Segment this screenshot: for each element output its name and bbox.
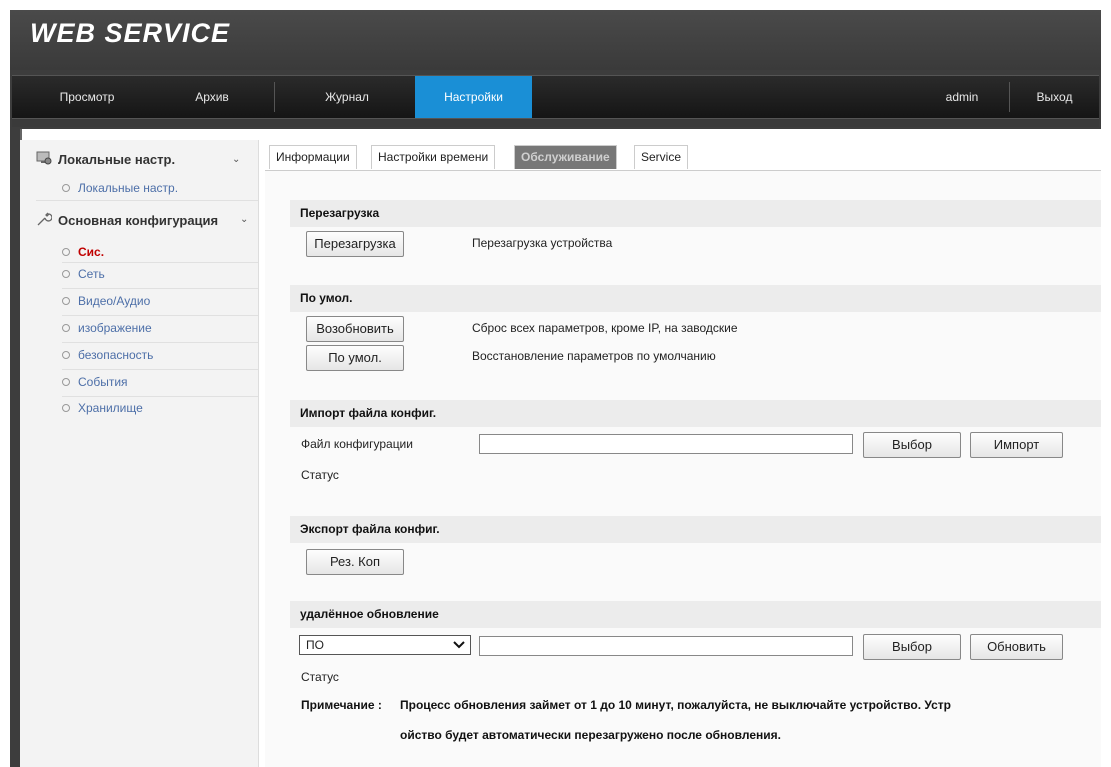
restore-button[interactable]: Возобновить	[306, 316, 404, 342]
divider	[36, 200, 258, 201]
config-file-input[interactable]	[479, 434, 853, 454]
divider	[62, 288, 258, 289]
default-description: Восстановление параметров по умолчанию	[472, 349, 716, 363]
current-user: admin	[945, 90, 979, 104]
import-button[interactable]: Импорт	[970, 432, 1063, 458]
chevron-down-icon[interactable]: ⌄	[240, 214, 248, 225]
import-status-label: Статус	[301, 468, 339, 482]
section-title-import: Импорт файла конфиг.	[290, 400, 1101, 427]
config-file-label: Файл конфигурации	[301, 437, 413, 451]
sidebar-item-image[interactable]: изображение	[62, 321, 152, 335]
nav-settings[interactable]: Настройки	[415, 76, 532, 118]
bullet-icon	[62, 404, 70, 412]
sidebar-item-label: Сис.	[78, 245, 105, 259]
divider	[62, 396, 258, 397]
bullet-icon	[62, 270, 70, 278]
section-title-defaults: По умол.	[290, 285, 1101, 312]
reboot-button[interactable]: Перезагрузка	[306, 231, 404, 257]
note-text-line1: Процесс обновления займет от 1 до 10 мин…	[400, 698, 951, 712]
sidebar-item-label: Видео/Аудио	[78, 294, 151, 308]
sidebar-group-local[interactable]: Локальные настр.	[36, 151, 175, 168]
divider	[62, 342, 258, 343]
update-button[interactable]: Обновить	[970, 634, 1063, 660]
tab-info[interactable]: Информации	[269, 145, 357, 169]
sidebar-item-network[interactable]: Сеть	[62, 267, 105, 281]
upgrade-status-label: Статус	[301, 670, 339, 684]
sidebar-item-video-audio[interactable]: Видео/Аудио	[62, 294, 150, 308]
upgrade-type-value: ПО	[306, 638, 324, 652]
nav-archive[interactable]: Архив	[177, 76, 247, 118]
tab-bar: Информации Настройки времени Обслуживани…	[265, 145, 1101, 171]
reboot-description: Перезагрузка устройства	[472, 236, 613, 250]
section-title-export: Экспорт файла конфиг.	[290, 516, 1101, 543]
tab-time-settings[interactable]: Настройки времени	[371, 145, 496, 169]
nav-view[interactable]: Просмотр	[42, 76, 132, 118]
divider	[62, 262, 258, 263]
monitor-icon	[36, 151, 52, 168]
bullet-icon	[62, 184, 70, 192]
upgrade-type-select[interactable]: ПО	[299, 635, 471, 655]
main-panel	[265, 171, 1101, 767]
nav-log[interactable]: Журнал	[302, 76, 392, 118]
app-logo: WEB SERVICE	[30, 18, 231, 48]
divider	[62, 369, 258, 370]
bullet-icon	[62, 324, 70, 332]
upgrade-file-input[interactable]	[479, 636, 853, 656]
sidebar-item-events[interactable]: События	[62, 375, 128, 389]
divider	[62, 315, 258, 316]
sidebar-item-label: Сеть	[78, 267, 105, 281]
header-band: WEB SERVICE	[10, 10, 1101, 70]
sidebar	[20, 140, 259, 767]
sidebar-item-storage[interactable]: Хранилище	[62, 401, 143, 415]
chevron-down-icon[interactable]: ⌄	[232, 154, 240, 165]
sidebar-item-label: Локальные настр.	[78, 181, 179, 195]
top-nav: Просмотр Архив Журнал Настройки admin Вы…	[12, 75, 1099, 119]
sidebar-group-label: Локальные настр.	[58, 152, 176, 167]
tab-service[interactable]: Service	[634, 145, 689, 169]
upgrade-browse-button[interactable]: Выбор	[863, 634, 961, 660]
sidebar-item-local-settings[interactable]: Локальные настр.	[62, 181, 178, 195]
import-browse-button[interactable]: Выбор	[863, 432, 961, 458]
bullet-icon	[62, 248, 70, 256]
bullet-icon	[62, 351, 70, 359]
section-title-reboot: Перезагрузка	[290, 200, 1101, 227]
backup-button[interactable]: Рез. Коп	[306, 549, 404, 575]
note-text-line2: ойство будет автоматически перезагружено…	[400, 728, 781, 742]
wrench-icon	[36, 211, 53, 230]
note-label: Примечание :	[301, 698, 382, 712]
chevron-down-icon	[453, 636, 465, 659]
logout-button[interactable]: Выход	[1017, 76, 1092, 118]
sidebar-item-label: изображение	[78, 321, 152, 335]
bullet-icon	[62, 378, 70, 386]
section-title-upgrade: удалённое обновление	[290, 601, 1101, 628]
sidebar-group-label: Основная конфигурация	[58, 213, 219, 228]
sidebar-item-label: безопасность	[78, 348, 154, 362]
nav-separator	[274, 82, 275, 112]
sidebar-group-basic-config[interactable]: Основная конфигурация	[36, 211, 218, 230]
bullet-icon	[62, 297, 70, 305]
sidebar-item-security[interactable]: безопасность	[62, 348, 153, 362]
nav-separator	[1009, 82, 1010, 112]
tab-maintenance[interactable]: Обслуживание	[514, 145, 617, 169]
sidebar-item-label: Хранилище	[78, 401, 143, 415]
subheader-strip	[12, 119, 1099, 127]
default-button[interactable]: По умол.	[306, 345, 404, 371]
sidebar-item-label: События	[78, 375, 128, 389]
sidebar-item-sys[interactable]: Сис.	[62, 245, 104, 259]
restore-description: Сброс всех параметров, кроме IP, на заво…	[472, 321, 738, 335]
